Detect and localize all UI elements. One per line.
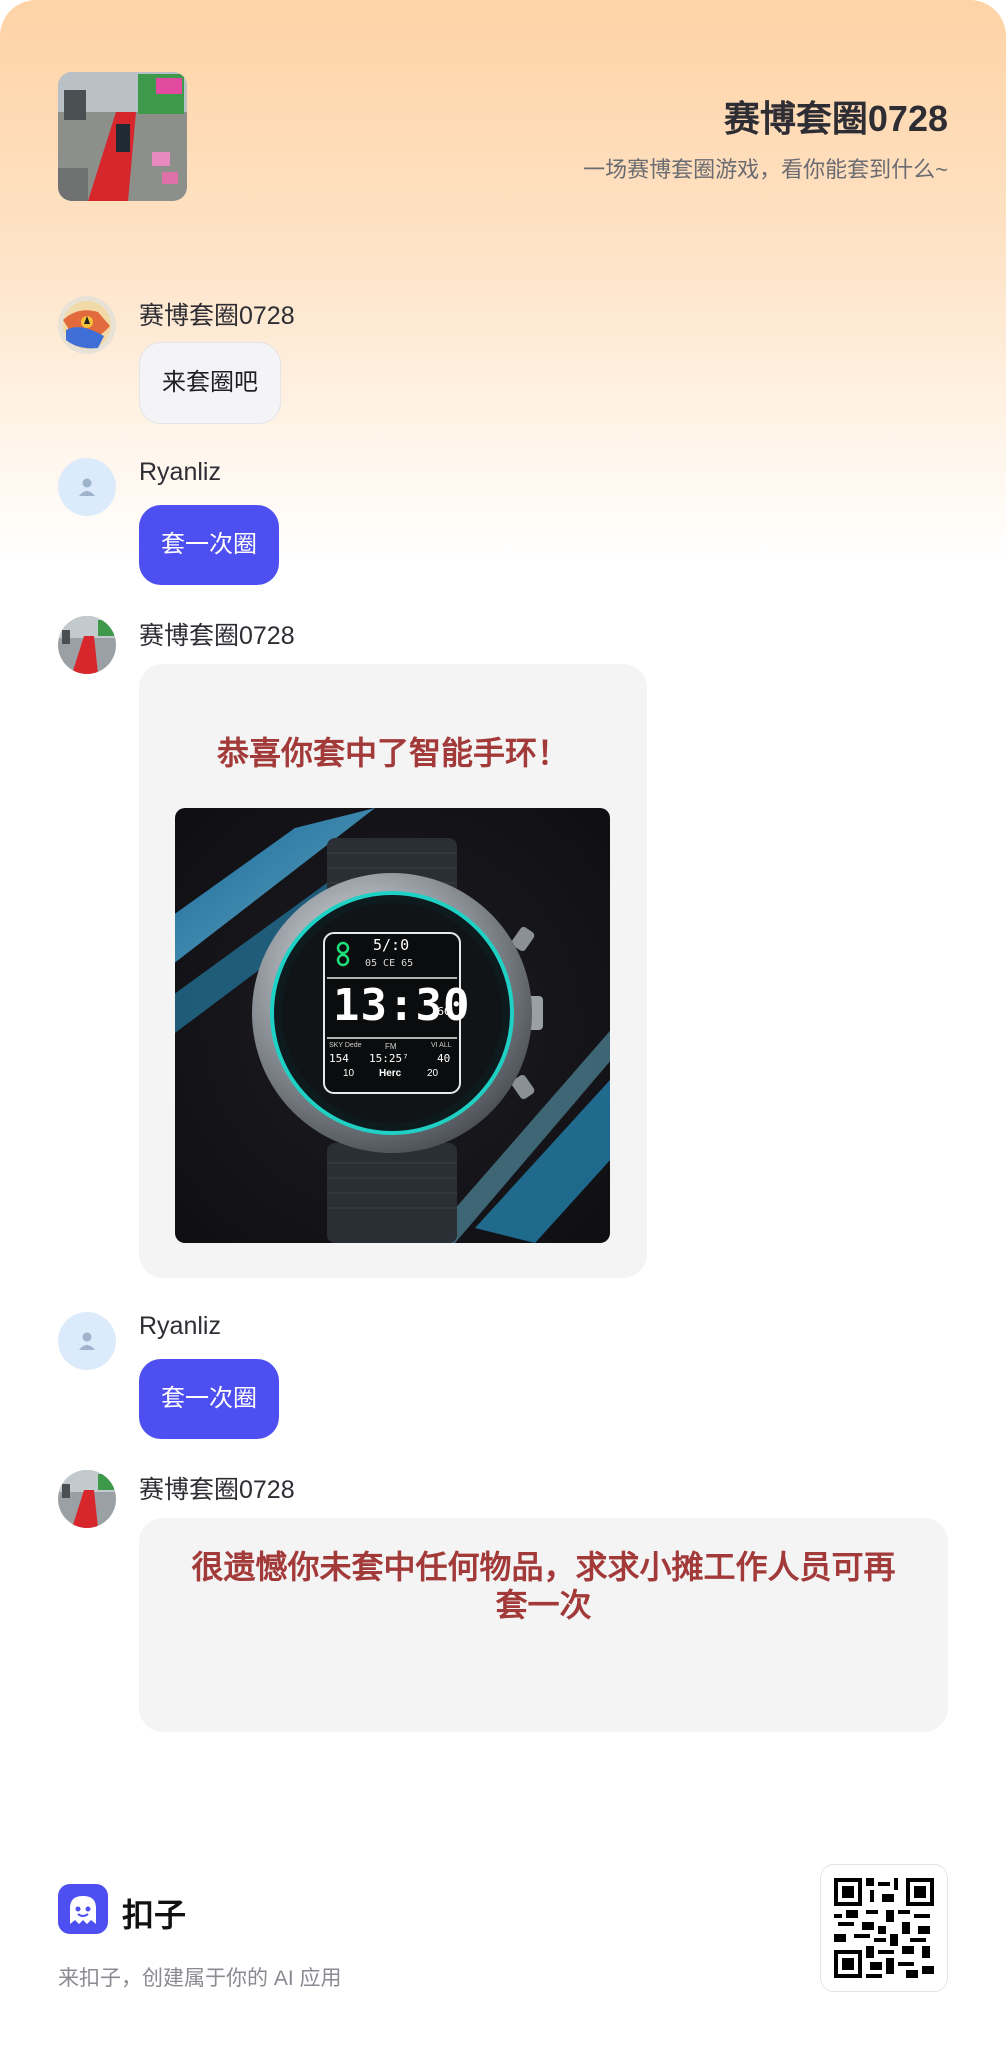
- bot-avatar: [58, 1470, 116, 1528]
- brand-name[interactable]: 扣子: [122, 1890, 186, 1936]
- message-bubble: 套一次圈: [139, 505, 279, 585]
- message-bubble: 套一次圈: [139, 1359, 279, 1439]
- person-icon: [79, 1332, 95, 1350]
- bot-message: 赛博套圈0728 很遗憾你未套中任何物品，求求小摊工作人员可再套一次: [58, 1470, 948, 1734]
- watch-center-value: 15:25⁷: [369, 1052, 409, 1065]
- coze-logo-icon[interactable]: [58, 1884, 108, 1934]
- share-page: 赛博套圈0728 一场赛博套圈游戏，看你能套到什么~ 赛博套圈0728 来套圈吧…: [0, 0, 1006, 2050]
- person-icon: [79, 478, 95, 496]
- watch-center-label: FM: [385, 1042, 397, 1051]
- watch-seconds: 60: [437, 1005, 451, 1018]
- brand-tagline: 来扣子，创建属于你的 AI 应用: [58, 1967, 342, 1990]
- message-sender: Ryanliz: [139, 1312, 221, 1340]
- bot-message: 赛博套圈0728 来套圈吧: [58, 296, 948, 426]
- app-cover-image: [58, 72, 187, 201]
- watch-left-value: 154: [329, 1052, 349, 1065]
- watch-right-value: 40: [437, 1052, 451, 1065]
- qr-code: [820, 1864, 948, 1992]
- watch-right-label: VI ALL: [431, 1042, 452, 1049]
- watch-top-readout: 5/:0: [373, 936, 410, 954]
- message-sender: 赛博套圈0728: [139, 302, 295, 330]
- message-sender: 赛博套圈0728: [139, 1476, 295, 1504]
- prize-image[interactable]: 5/:0 05 CE 65 13:30 60 SKY Dede 154 FM 1…: [175, 808, 610, 1243]
- app-header: 赛博套圈0728 一场赛博套圈游戏，看你能套到什么~: [58, 72, 948, 202]
- message-bubble: 来套圈吧: [139, 342, 281, 424]
- footer: 扣子 来扣子，创建属于你的 AI 应用: [58, 1864, 948, 1994]
- message-sender: Ryanliz: [139, 458, 221, 486]
- bot-avatar: [58, 616, 116, 674]
- user-message: Ryanliz 套一次圈: [58, 458, 948, 588]
- watch-left-label: SKY Dede: [329, 1042, 362, 1049]
- watch-bottom-center: Herc: [379, 1068, 402, 1079]
- bot-avatar: [58, 296, 116, 354]
- message-sender: 赛博套圈0728: [139, 622, 295, 650]
- user-avatar: [58, 458, 116, 516]
- app-title: 赛博套圈0728: [723, 98, 948, 139]
- card-title: 恭喜你套中了智能手环！: [216, 735, 569, 771]
- card-title: 很遗憾你未套中任何物品，求求小摊工作人员可再套一次: [191, 1549, 896, 1623]
- result-card: 恭喜你套中了智能手环！ 5/:0 05 CE 65 13:30 60 SKY D…: [139, 664, 647, 1278]
- user-message: Ryanliz 套一次圈: [58, 1312, 948, 1442]
- app-subtitle: 一场赛博套圈游戏，看你能套到什么~: [583, 157, 948, 182]
- result-card: 很遗憾你未套中任何物品，求求小摊工作人员可再套一次: [139, 1518, 948, 1732]
- user-avatar: [58, 1312, 116, 1370]
- watch-bottom-left: 10: [343, 1068, 355, 1079]
- bot-message: 赛博套圈0728 恭喜你套中了智能手环！ 5/:0 05 CE 65 13:30…: [58, 616, 948, 1280]
- watch-bottom-right: 20: [427, 1068, 439, 1079]
- watch-date: 05 CE 65: [365, 958, 414, 969]
